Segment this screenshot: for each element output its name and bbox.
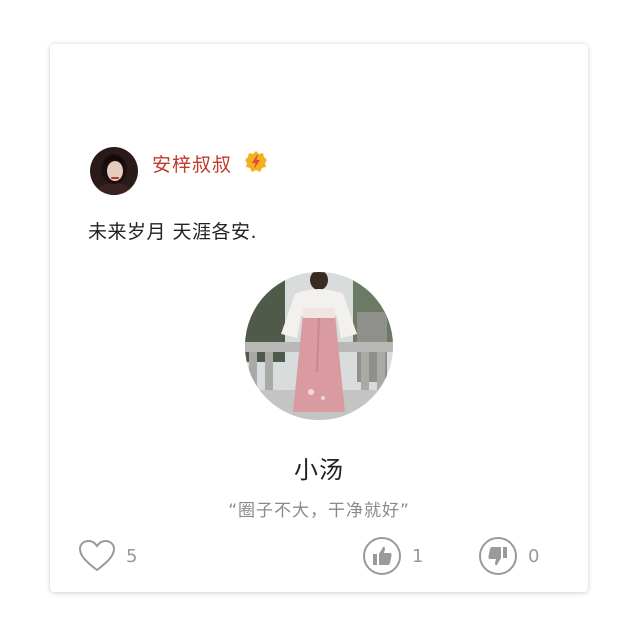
thumbs-down-button[interactable]: 0 (478, 536, 539, 576)
thumbs-up-count: 1 (412, 545, 424, 567)
like-count: 5 (126, 545, 138, 567)
thumbs-down-icon (479, 537, 517, 575)
heart-outline-icon (78, 539, 116, 572)
thumbs-up-icon (363, 537, 401, 575)
thumbs-down-count: 0 (528, 545, 540, 567)
author-name[interactable]: 安梓叔叔 (152, 150, 232, 177)
author-avatar[interactable] (90, 147, 138, 195)
vip-lightning-badge-icon (245, 151, 268, 172)
post-card: 安梓叔叔 未来岁月 天涯各安. 小汤 “圈子不大，干净就好” 5 1 0 (50, 44, 588, 592)
profile-photo[interactable] (245, 272, 393, 420)
thumbs-up-button[interactable]: 1 (362, 536, 423, 576)
profile-signature: “圈子不大，干净就好” (228, 501, 410, 521)
post-author: 安梓叔叔 (90, 146, 268, 196)
like-button[interactable]: 5 (78, 536, 137, 576)
profile-nickname: 小汤 (294, 456, 344, 484)
post-text: 未来岁月 天涯各安. (88, 221, 258, 243)
